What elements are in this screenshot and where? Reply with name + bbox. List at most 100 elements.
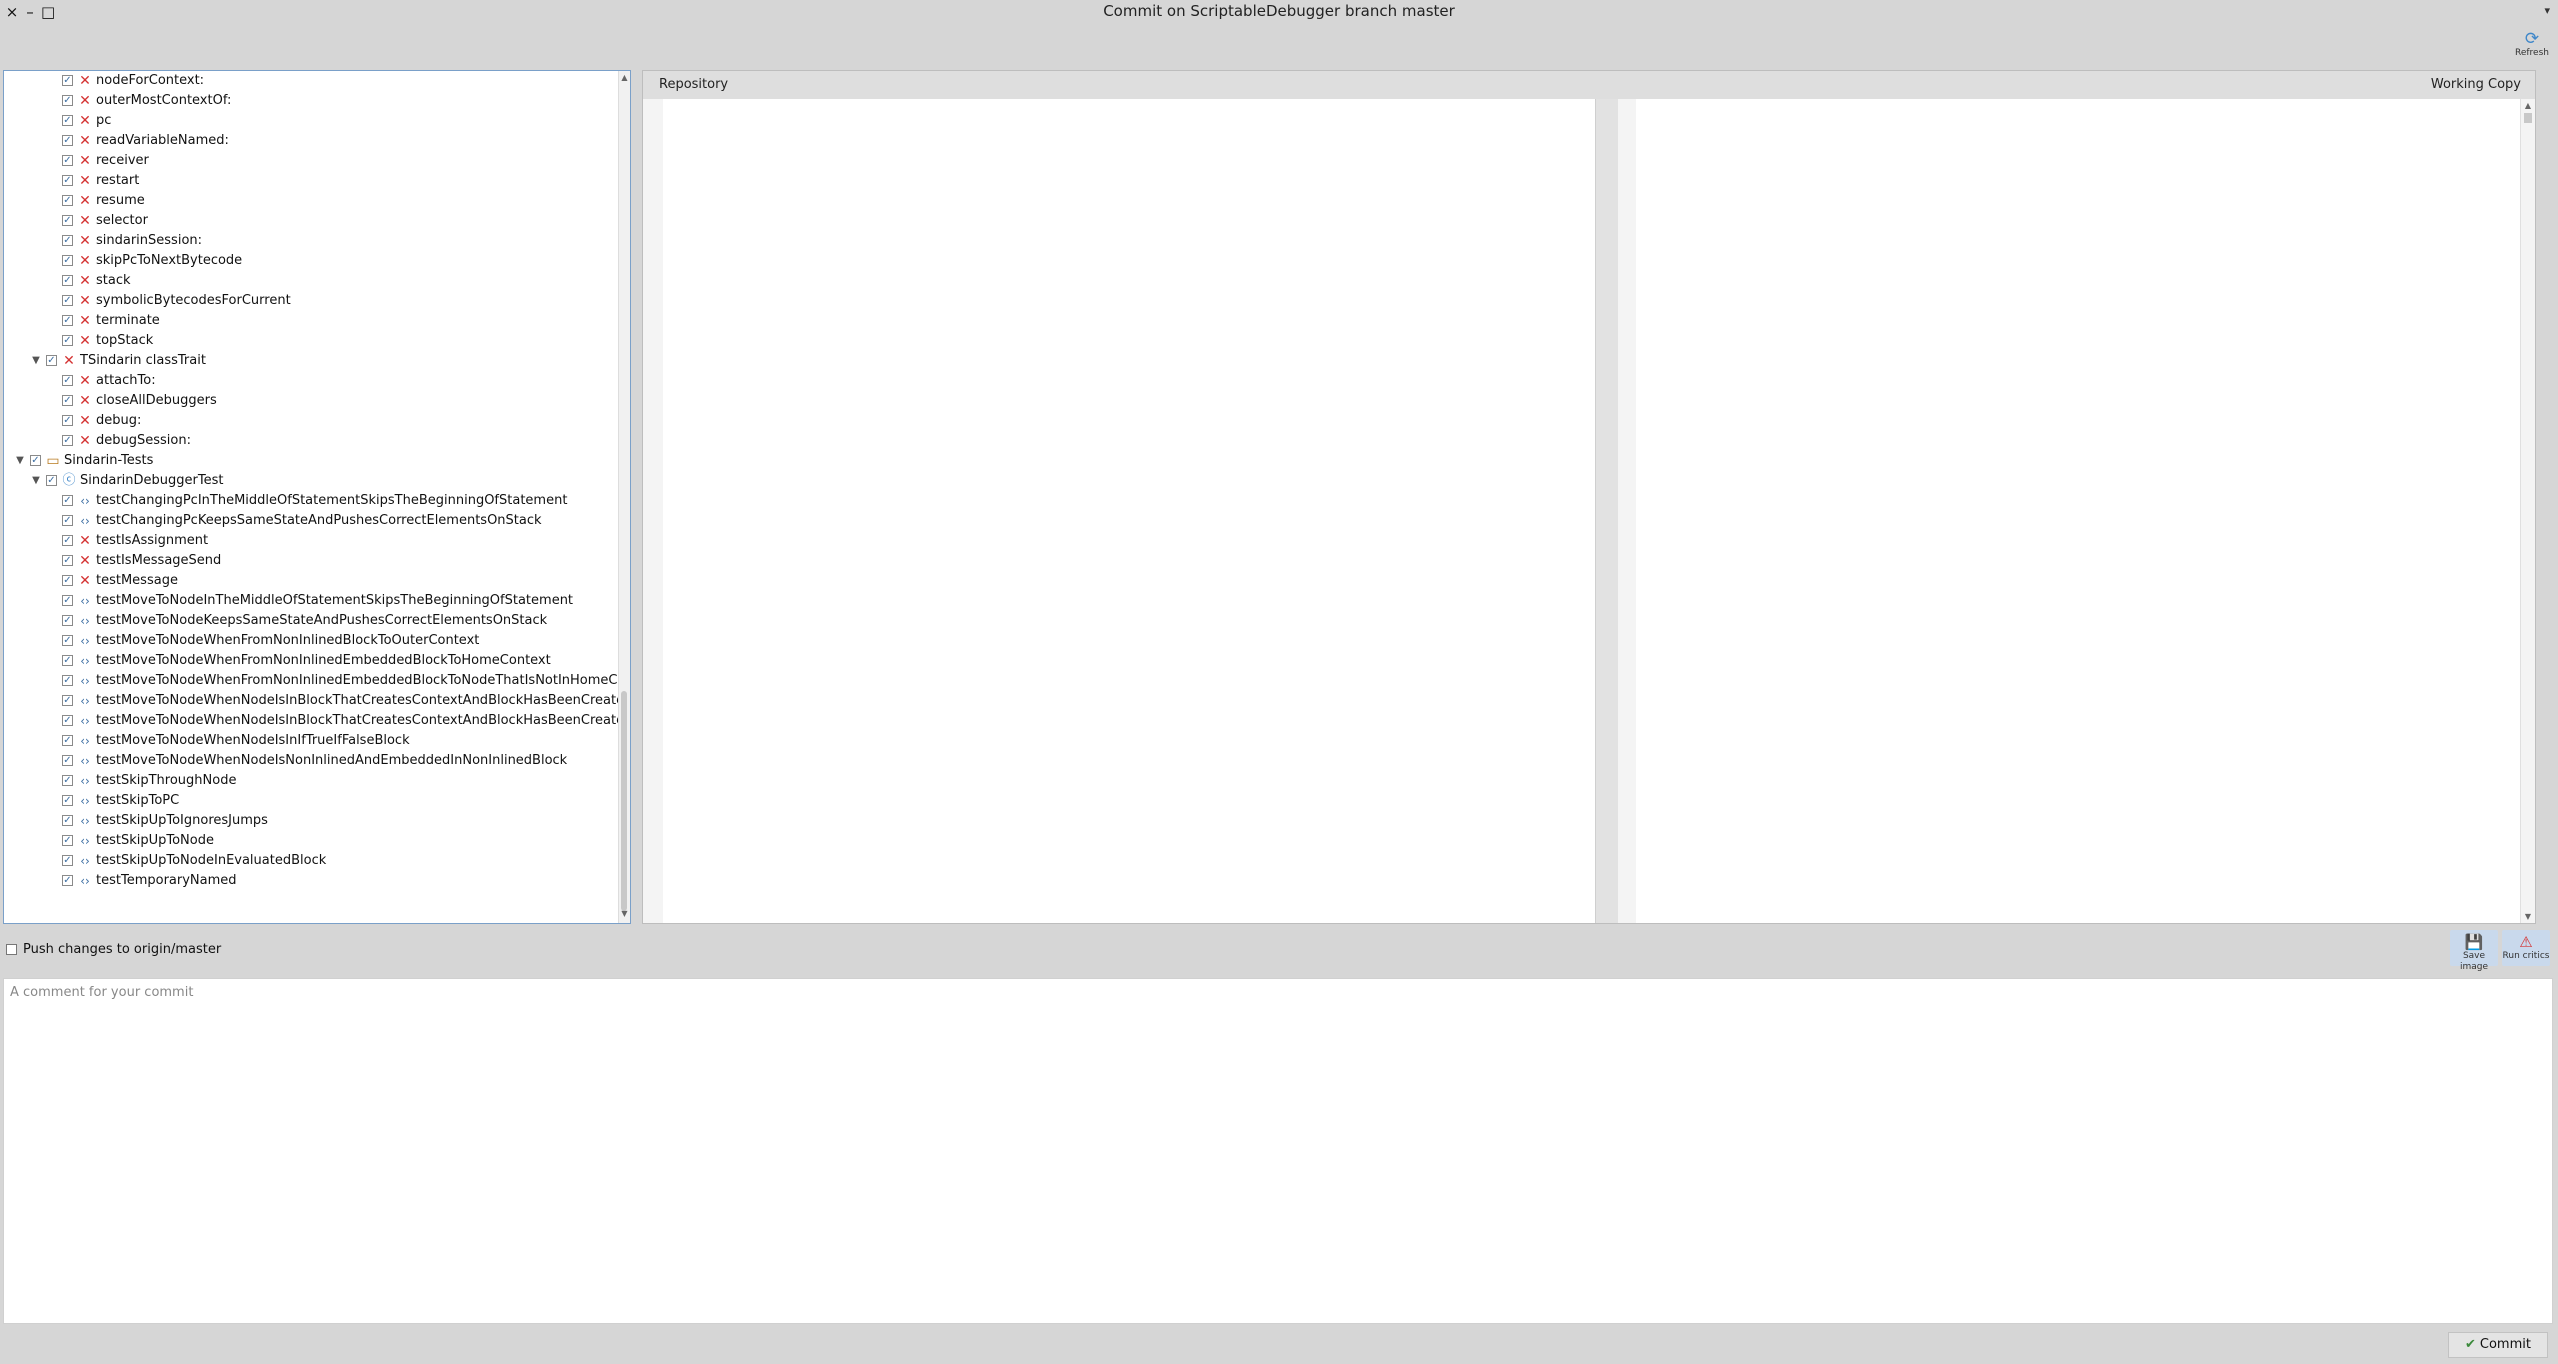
tree-row[interactable]: ✓ ✕ receiver — [4, 151, 616, 171]
include-checkbox[interactable]: ✓ — [30, 455, 41, 466]
tree-row[interactable]: ✓ ✕ readVariableNamed: — [4, 131, 616, 151]
tree-row[interactable]: ✓ ‹› testTemporaryNamed — [4, 871, 616, 891]
include-checkbox[interactable]: ✓ — [62, 175, 73, 186]
tree-row[interactable]: ✓ ‹› testSkipUpToNode — [4, 831, 616, 851]
changes-tree[interactable]: ✓ ✕ nodeForContext: ✓ ✕ outerMostContextOf: ✓ ✕… — [3, 70, 631, 924]
include-checkbox[interactable]: ✓ — [62, 615, 73, 626]
include-checkbox[interactable]: ✓ — [62, 375, 73, 386]
tree-row[interactable]: ✓ ‹› testMoveToNodeInTheMiddleOfStatementS… — [4, 591, 616, 611]
include-checkbox[interactable]: ✓ — [62, 335, 73, 346]
include-checkbox[interactable]: ✓ — [62, 715, 73, 726]
tree-row[interactable]: ✓ ✕ sindarinSession: — [4, 231, 616, 251]
include-checkbox[interactable]: ✓ — [62, 155, 73, 166]
tree-row[interactable]: ✓ ✕ selector — [4, 211, 616, 231]
tree-row[interactable]: ✓ ‹› testMoveToNodeWhenFromNonInlinedEmbed… — [4, 651, 616, 671]
include-checkbox[interactable]: ✓ — [46, 355, 57, 366]
scroll-thumb[interactable] — [2524, 113, 2532, 123]
tree-row[interactable]: ▼ ✓ ▭ Sindarin-Tests — [4, 451, 616, 471]
include-checkbox[interactable]: ✓ — [62, 595, 73, 606]
tree-row[interactable]: ✓ ✕ outerMostContextOf: — [4, 91, 616, 111]
include-checkbox[interactable]: ✓ — [62, 515, 73, 526]
tree-row[interactable]: ✓ ✕ debugSession: — [4, 431, 616, 451]
include-checkbox[interactable]: ✓ — [62, 735, 73, 746]
repository-code-view[interactable] — [663, 99, 1595, 923]
include-checkbox[interactable]: ✓ — [62, 435, 73, 446]
tree-row[interactable]: ✓ ‹› testMoveToNodeWhenNodeIsNonInlinedAnd… — [4, 751, 616, 771]
include-checkbox[interactable]: ✓ — [62, 635, 73, 646]
include-checkbox[interactable]: ✓ — [62, 135, 73, 146]
refresh-button[interactable]: ⟳ Refresh — [2512, 30, 2552, 64]
working-copy-code-view[interactable] — [1636, 99, 2521, 923]
tree-row[interactable]: ✓ ✕ symbolicBytecodesForCurrent — [4, 291, 616, 311]
include-checkbox[interactable]: ✓ — [62, 215, 73, 226]
include-checkbox[interactable]: ✓ — [62, 315, 73, 326]
tree-scrollbar[interactable]: ▲ ▼ — [618, 71, 630, 923]
tree-row[interactable]: ✓ ✕ topStack — [4, 331, 616, 351]
expand-toggle-icon[interactable]: ▼ — [14, 451, 26, 471]
tree-row[interactable]: ✓ ✕ attachTo: — [4, 371, 616, 391]
expand-toggle-icon[interactable]: ▼ — [30, 471, 42, 491]
tree-row[interactable]: ✓ ✕ testIsMessageSend — [4, 551, 616, 571]
include-checkbox[interactable]: ✓ — [62, 875, 73, 886]
tree-row[interactable]: ✓ ‹› testChangingPcKeepsSameStateAndPushes… — [4, 511, 616, 531]
tree-row[interactable]: ✓ ‹› testMoveToNodeWhenNodeIsInBlockThatCr… — [4, 691, 630, 711]
diff-scrollbar[interactable]: ▲ ▼ — [2520, 99, 2535, 923]
tree-row[interactable]: ✓ ‹› testMoveToNodeWhenFromNonInlinedEmbed… — [4, 671, 630, 691]
include-checkbox[interactable]: ✓ — [62, 815, 73, 826]
push-checkbox[interactable] — [6, 944, 17, 955]
scroll-up-icon[interactable]: ▲ — [2521, 101, 2535, 110]
include-checkbox[interactable]: ✓ — [62, 295, 73, 306]
include-checkbox[interactable]: ✓ — [62, 555, 73, 566]
tree-row[interactable]: ✓ ‹› testSkipToPC — [4, 791, 616, 811]
include-checkbox[interactable]: ✓ — [62, 575, 73, 586]
include-checkbox[interactable]: ✓ — [62, 95, 73, 106]
tree-row[interactable]: ✓ ‹› testMoveToNodeWhenFromNonInlinedBlock… — [4, 631, 616, 651]
scroll-down-icon[interactable]: ▼ — [2521, 912, 2535, 921]
expand-toggle-icon[interactable]: ▼ — [30, 351, 42, 371]
tree-row[interactable]: ✓ ✕ skipPcToNextBytecode — [4, 251, 616, 271]
tree-row[interactable]: ✓ ‹› testSkipUpToNodeInEvaluatedBlock — [4, 851, 616, 871]
tree-row[interactable]: ✓ ✕ debug: — [4, 411, 616, 431]
window-menu-icon[interactable]: ▾ — [2544, 4, 2550, 17]
include-checkbox[interactable]: ✓ — [62, 795, 73, 806]
include-checkbox[interactable]: ✓ — [62, 275, 73, 286]
tree-row[interactable]: ✓ ‹› testMoveToNodeKeepsSameStateAndPushes… — [4, 611, 616, 631]
commit-comment-input[interactable]: A comment for your commit — [3, 978, 2553, 1324]
tree-row[interactable]: ✓ ‹› testSkipUpToIgnoresJumps — [4, 811, 616, 831]
include-checkbox[interactable]: ✓ — [62, 775, 73, 786]
include-checkbox[interactable]: ✓ — [62, 655, 73, 666]
include-checkbox[interactable]: ✓ — [62, 755, 73, 766]
include-checkbox[interactable]: ✓ — [62, 535, 73, 546]
include-checkbox[interactable]: ✓ — [62, 415, 73, 426]
include-checkbox[interactable]: ✓ — [62, 235, 73, 246]
tree-row[interactable]: ✓ ✕ stack — [4, 271, 616, 291]
tree-row[interactable]: ✓ ✕ closeAllDebuggers — [4, 391, 616, 411]
tree-row[interactable]: ✓ ‹› testMoveToNodeWhenNodeIsInBlockThatCr… — [4, 711, 630, 731]
tree-row[interactable]: ✓ ✕ resume — [4, 191, 616, 211]
run-critics-button[interactable]: ⚠ Run critics — [2502, 930, 2550, 966]
include-checkbox[interactable]: ✓ — [62, 115, 73, 126]
include-checkbox[interactable]: ✓ — [62, 835, 73, 846]
include-checkbox[interactable]: ✓ — [62, 855, 73, 866]
tree-row[interactable]: ✓ ‹› testSkipThroughNode — [4, 771, 616, 791]
include-checkbox[interactable]: ✓ — [62, 255, 73, 266]
tree-row[interactable]: ▼ ✓ ⓒ SindarinDebuggerTest — [4, 471, 616, 491]
tree-row[interactable]: ✓ ‹› testChangingPcInTheMiddleOfStatementS… — [4, 491, 616, 511]
include-checkbox[interactable]: ✓ — [62, 495, 73, 506]
save-image-button[interactable]: 💾 Save image — [2450, 930, 2498, 972]
scroll-up-icon[interactable]: ▲ — [619, 73, 630, 85]
tree-row[interactable]: ▼ ✓ ✕ TSindarin classTrait — [4, 351, 616, 371]
tree-row[interactable]: ✓ ✕ terminate — [4, 311, 616, 331]
include-checkbox[interactable]: ✓ — [46, 475, 57, 486]
include-checkbox[interactable]: ✓ — [62, 695, 73, 706]
tree-row[interactable]: ✓ ✕ pc — [4, 111, 616, 131]
include-checkbox[interactable]: ✓ — [62, 395, 73, 406]
tree-row[interactable]: ✓ ✕ restart — [4, 171, 616, 191]
commit-button[interactable]: ✔ Commit — [2448, 1332, 2548, 1358]
tree-row[interactable]: ✓ ‹› testMoveToNodeWhenNodeIsInIfTrueIfFal… — [4, 731, 616, 751]
include-checkbox[interactable]: ✓ — [62, 675, 73, 686]
include-checkbox[interactable]: ✓ — [62, 75, 73, 86]
scroll-thumb[interactable] — [621, 691, 627, 911]
include-checkbox[interactable]: ✓ — [62, 195, 73, 206]
tree-row[interactable]: ✓ ✕ nodeForContext: — [4, 71, 616, 91]
